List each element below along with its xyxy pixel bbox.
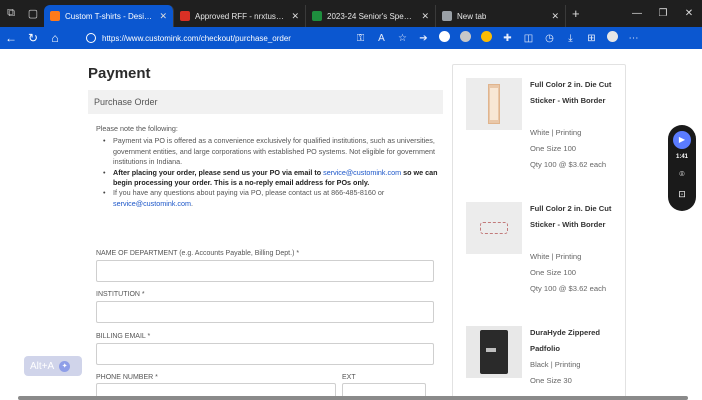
close-tab-icon[interactable]: ✕ <box>159 11 167 22</box>
padfolio-thumbnail <box>466 326 522 378</box>
screen-recorder-widget: ▶ 1:41 ⌾ ⊡ <box>668 125 696 211</box>
phone-label: PHONE NUMBER * <box>96 374 158 381</box>
toolbar-icons: ⚿ A ☆ ➔ ✚ ◫ ◷ ⤓ ⊞ ⋯ <box>350 31 644 45</box>
restore-icon[interactable]: ❐ <box>650 8 676 19</box>
extension-arrow-icon[interactable]: ➔ <box>413 33 434 44</box>
sticker-thumbnail <box>466 78 522 130</box>
tab-new-tab[interactable]: New tab ✕ <box>436 5 566 27</box>
profile-avatar-icon[interactable] <box>602 31 623 45</box>
service-email-link[interactable]: service@customink.com <box>323 168 401 177</box>
order-summary: Full Color 2 in. Die Cut Sticker - With … <box>452 64 626 400</box>
billing-email-label: BILLING EMAIL * <box>96 333 151 340</box>
new-tab-favicon-icon <box>442 11 452 21</box>
extension-multicolor-icon[interactable] <box>476 31 497 45</box>
home-icon[interactable]: ⌂ <box>44 31 66 45</box>
extension-blue-icon[interactable] <box>434 31 455 45</box>
browser-tab-bar: ⧉ ▢ Custom T-shirts - Design Your O ✕ Ap… <box>0 0 702 27</box>
tab-customink[interactable]: Custom T-shirts - Design Your O ✕ <box>44 5 174 27</box>
item-name: Full Color 2 in. Die Cut Sticker - With … <box>530 204 612 229</box>
page-title: Payment <box>88 65 151 82</box>
extensions-puzzle-icon[interactable]: ✚ <box>497 33 518 44</box>
downloads-icon[interactable]: ⤓ <box>560 33 581 44</box>
checkout-page: Payment Purchase Order Please note the f… <box>0 49 702 400</box>
notice-bullet-2: After placing your order, please send us… <box>103 168 441 189</box>
play-icon[interactable]: ▶ <box>673 131 691 149</box>
assistant-icon: ✦ <box>59 360 71 372</box>
notice-bullet-3: If you have any questions about paying v… <box>103 188 441 209</box>
po-notice: Please note the following: Payment via P… <box>96 124 441 209</box>
recording-timer: 1:41 <box>675 154 688 160</box>
notice-bullet-1: Payment via PO is offered as a convenien… <box>103 136 441 167</box>
workspaces-icon[interactable]: ⧉ <box>0 0 22 27</box>
close-tab-icon[interactable]: ✕ <box>291 11 299 22</box>
split-screen-icon[interactable]: ◫ <box>518 33 539 44</box>
favorite-star-icon[interactable]: ☆ <box>392 33 413 44</box>
institution-label: INSTITUTION * <box>96 291 145 298</box>
read-aloud-icon[interactable]: A <box>371 33 392 44</box>
extension-gray-icon[interactable] <box>455 31 476 45</box>
customink-favicon-icon <box>50 11 60 21</box>
sheets-favicon-icon <box>312 11 322 21</box>
reload-icon[interactable]: ↻ <box>22 31 44 45</box>
key-icon[interactable]: ⚿ <box>350 33 371 44</box>
purchase-order-header: Purchase Order <box>88 90 443 114</box>
address-bar: ← ↻ ⌂ https://www.customink.com/checkout… <box>0 27 702 49</box>
billing-email-input[interactable] <box>96 343 434 365</box>
new-tab-button[interactable]: + <box>572 6 580 21</box>
tab-sheets[interactable]: 2023-24 Senior's Spending Forr ✕ <box>306 5 436 27</box>
ext-label: EXT <box>342 374 356 381</box>
site-info-icon[interactable] <box>86 33 96 43</box>
minimize-icon[interactable]: — <box>624 8 650 19</box>
sticker-thumbnail <box>466 202 522 254</box>
collections-icon[interactable]: ⊞ <box>581 33 602 44</box>
camera-icon[interactable]: ⌾ <box>668 169 696 180</box>
back-icon[interactable]: ← <box>0 31 22 45</box>
gmail-favicon-icon <box>180 11 190 21</box>
close-tab-icon[interactable]: ✕ <box>551 11 559 22</box>
department-label: NAME OF DEPARTMENT (e.g. Accounts Payabl… <box>96 250 300 257</box>
history-icon[interactable]: ◷ <box>539 33 560 44</box>
tab-gmail[interactable]: Approved RFF - nrxtuser@asu.e ✕ <box>174 5 306 27</box>
close-window-icon[interactable]: ✕ <box>676 8 702 19</box>
item-name: Full Color 2 in. Die Cut Sticker - With … <box>530 80 612 105</box>
support-email-link[interactable]: service@customink.com <box>113 199 191 208</box>
item-name: DuraHyde Zippered Padfolio <box>530 328 601 353</box>
tab-actions-icon[interactable]: ▢ <box>22 0 44 27</box>
close-tab-icon[interactable]: ✕ <box>421 11 429 22</box>
url-field[interactable]: https://www.customink.com/checkout/purch… <box>86 30 336 46</box>
window-controls: — ❐ ✕ <box>624 0 702 27</box>
horizontal-scrollbar[interactable] <box>18 396 688 400</box>
institution-input[interactable] <box>96 301 434 323</box>
department-input[interactable] <box>96 260 434 282</box>
capture-icon[interactable]: ⊡ <box>668 189 696 200</box>
more-menu-icon[interactable]: ⋯ <box>623 33 644 44</box>
alt-a-shortcut-badge[interactable]: Alt+A ✦ <box>24 356 82 376</box>
